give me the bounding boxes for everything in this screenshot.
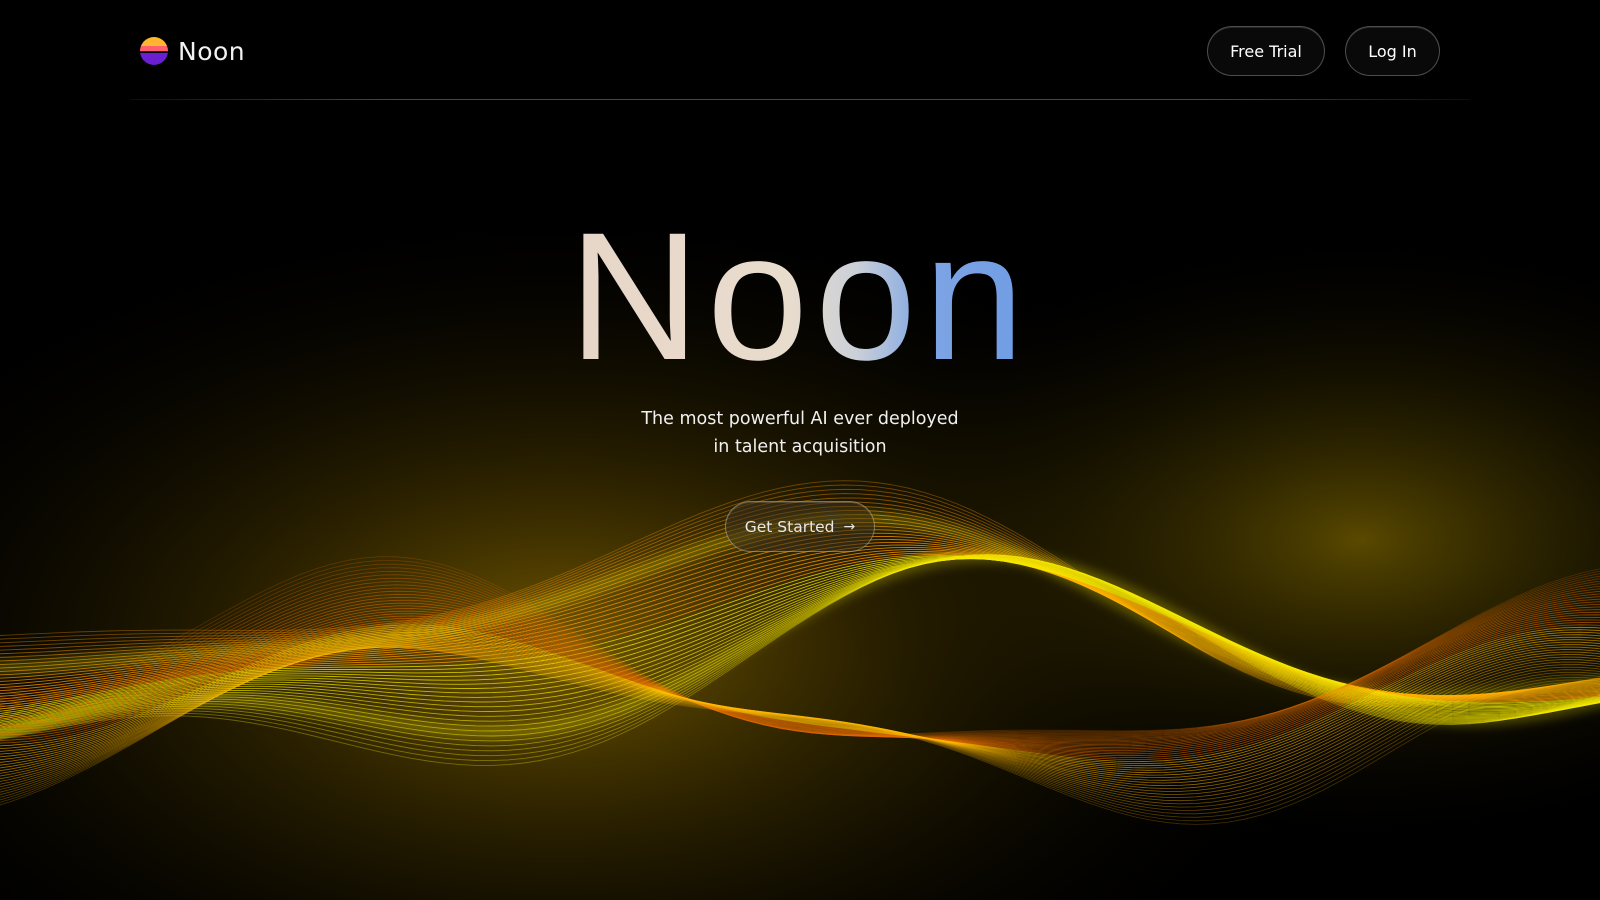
nav-divider xyxy=(130,99,1470,100)
get-started-button[interactable]: Get Started → xyxy=(725,501,875,552)
get-started-label: Get Started xyxy=(744,517,835,536)
sunset-circle-icon xyxy=(140,37,168,65)
brand-name: Noon xyxy=(178,36,246,66)
tagline-line-1: The most powerful AI ever deployed xyxy=(641,409,959,429)
login-button[interactable]: Log In xyxy=(1345,26,1440,76)
free-trial-button[interactable]: Free Trial xyxy=(1207,26,1325,76)
hero-tagline: The most powerful AI ever deployed in ta… xyxy=(0,405,1600,461)
arrow-right-icon: → xyxy=(843,518,856,535)
top-nav: Noon Free Trial Log In xyxy=(140,0,1440,100)
brand[interactable]: Noon xyxy=(140,33,245,69)
tagline-line-2: in talent acquisition xyxy=(713,437,887,457)
hero-title-text: Noon xyxy=(558,205,1041,387)
hero-title: Noon xyxy=(0,205,1600,387)
